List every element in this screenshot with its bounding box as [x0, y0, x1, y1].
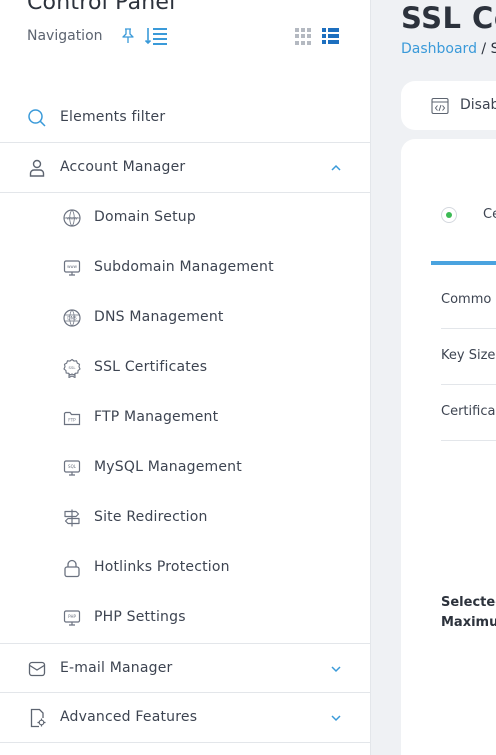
advanced-doc-icon	[30, 708, 46, 728]
collapse-list-icon[interactable]	[143, 25, 169, 47]
section-label: E-mail Manager	[60, 660, 173, 676]
user-icon	[29, 159, 45, 177]
section-email-manager[interactable]: E-mail Manager	[0, 643, 370, 693]
certificate-radio-label: Ce	[483, 207, 496, 222]
code-icon	[431, 97, 449, 115]
field-certificate: Certifica	[441, 385, 496, 441]
envelope-icon	[28, 661, 46, 677]
field-label: Commo	[441, 292, 492, 307]
sidebar-item-label: Hotlinks Protection	[94, 559, 230, 575]
sidebar-item-dns-management[interactable]: DNS DNS Management	[0, 293, 370, 343]
ssl-badge-icon: SSL	[63, 358, 81, 378]
sidebar-item-mysql-management[interactable]: SQL MySQL Management	[0, 443, 370, 493]
svg-text:www: www	[66, 217, 78, 222]
summary-selected: Selected	[441, 595, 496, 610]
sidebar-item-label: FTP Management	[94, 409, 219, 425]
svg-text:www: www	[67, 264, 78, 269]
navigation-header: Navigation	[27, 25, 169, 47]
section-advanced-features[interactable]: Advanced Features	[0, 693, 370, 743]
summary-maximum: Maximu	[441, 615, 496, 630]
sidebar-item-label: Subdomain Management	[94, 259, 274, 275]
sidebar-item-label: Site Redirection	[94, 509, 208, 525]
www-globe-icon: www	[63, 209, 81, 227]
sidebar-item-domain-setup[interactable]: www Domain Setup	[0, 193, 370, 243]
pin-icon[interactable]	[118, 26, 138, 46]
sidebar-item-ssl-certificates[interactable]: SSL SSL Certificates	[0, 343, 370, 393]
content-card: Ce Commo Key Size Certifica Selected Max…	[401, 139, 496, 755]
svg-text:SQL: SQL	[68, 464, 77, 469]
sidebar-item-label: Domain Setup	[94, 209, 196, 225]
disable-button[interactable]: Disab	[460, 97, 496, 113]
php-monitor-icon: PHP	[63, 610, 81, 626]
chevron-up-icon[interactable]	[329, 161, 343, 175]
active-tab-indicator	[431, 261, 496, 265]
elements-filter[interactable]: Elements filter	[0, 93, 370, 143]
breadcrumb-home-link[interactable]: Dashboard	[401, 41, 477, 57]
chevron-down-icon[interactable]	[329, 662, 343, 676]
lock-icon	[64, 559, 80, 578]
toolbar-card: Disab	[401, 81, 496, 130]
subdomain-monitor-icon: www	[63, 260, 81, 276]
elements-filter-label: Elements filter	[60, 109, 166, 125]
sql-monitor-icon: SQL	[63, 460, 81, 476]
grid-view-icon[interactable]	[295, 28, 312, 45]
sidebar-item-site-redirection[interactable]: Site Redirection	[0, 493, 370, 543]
section-label: Account Manager	[60, 159, 186, 175]
app-title: Control Panel	[27, 0, 176, 15]
sidebar-item-php-settings[interactable]: PHP PHP Settings	[0, 593, 370, 643]
section-account-manager[interactable]: Account Manager	[0, 143, 370, 193]
sidebar-item-subdomain-management[interactable]: www Subdomain Management	[0, 243, 370, 293]
section-label: Advanced Features	[60, 709, 198, 725]
signpost-icon	[64, 509, 80, 527]
ftp-folder-icon: FTP	[63, 411, 81, 426]
svg-text:SSL: SSL	[69, 365, 77, 370]
field-label: Key Size	[441, 348, 496, 363]
main-content: SSL Ce Dashboard / S Disab Ce Commo Key …	[371, 0, 496, 755]
breadcrumb-current: S	[490, 41, 496, 57]
sidebar-item-label: PHP Settings	[94, 609, 186, 625]
field-label: Certifica	[441, 404, 496, 419]
list-view-icon[interactable]	[322, 28, 339, 45]
certificate-radio[interactable]	[441, 207, 457, 223]
chevron-down-icon[interactable]	[329, 711, 343, 725]
breadcrumb: Dashboard / S	[401, 41, 496, 57]
sidebar-item-label: SSL Certificates	[94, 359, 208, 375]
svg-text:PHP: PHP	[68, 614, 76, 619]
sidebar-item-ftp-management[interactable]: FTP FTP Management	[0, 393, 370, 443]
field-common-name: Commo	[441, 273, 496, 329]
sidebar: Control Panel Navigation Elements filter…	[0, 0, 371, 755]
svg-text:DNS: DNS	[67, 316, 77, 322]
sidebar-item-label: DNS Management	[94, 309, 224, 325]
breadcrumb-separator: /	[481, 41, 487, 57]
search-icon	[28, 109, 46, 127]
dns-globe-icon: DNS	[63, 309, 81, 327]
field-key-size: Key Size	[441, 329, 496, 385]
page-title: SSL Ce	[401, 1, 496, 35]
sidebar-item-hotlinks-protection[interactable]: Hotlinks Protection	[0, 543, 370, 593]
svg-text:FTP: FTP	[68, 417, 76, 422]
navigation-label: Navigation	[27, 28, 103, 44]
sidebar-item-label: MySQL Management	[94, 459, 242, 475]
